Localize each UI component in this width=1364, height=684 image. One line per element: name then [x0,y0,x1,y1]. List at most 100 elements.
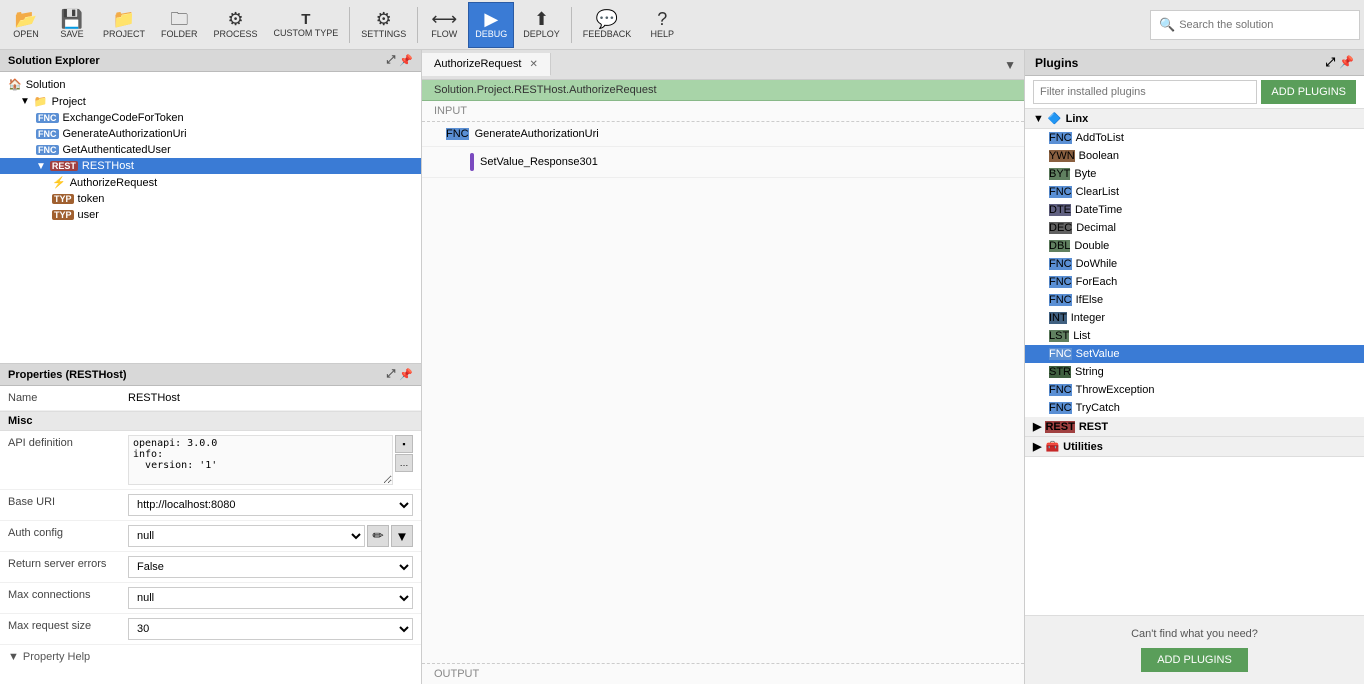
tab-close-icon[interactable]: ✕ [529,59,537,70]
prop-name-row: Name RESTHost [0,386,421,411]
resthost-label: RESTHost [82,160,134,172]
authreq-icon: ⚡ [52,176,66,189]
tree-item-authorizerequest[interactable]: ⚡ AuthorizeRequest [0,174,421,191]
plugin-item-double[interactable]: DBL Double [1025,237,1364,255]
prop-api-textarea[interactable]: openapi: 3.0.0 info: version: '1' [128,435,393,485]
settings-button[interactable]: ⚙ SETTINGS [354,2,413,48]
project-toggle: ▼ [20,96,30,107]
pin-icon[interactable]: 📌 [399,54,413,67]
plugins-pin-icon[interactable]: 📌 [1339,55,1354,70]
properties-title: Properties (RESTHost) [8,369,127,381]
tree-item-project[interactable]: ▼ 📁 Project [0,93,421,110]
solution-explorer-header: Solution Explorer ⤢ 📌 [0,50,421,72]
prop-authconfig-dropdown-btn[interactable]: ▼ [391,525,413,547]
folder-button[interactable]: 🗀 FOLDER [154,2,205,48]
tree-item-getauth[interactable]: FNC GetAuthenticatedUser [0,142,421,158]
utilities-toggle: ▶ [1033,440,1041,453]
flow-item-setvalue[interactable]: SetValue_Response301 [422,147,1024,178]
misc-section: Misc [0,411,421,431]
open-button[interactable]: 📂 OPEN [4,2,48,48]
deploy-icon: ⬆ [534,10,549,28]
plugin-item-datetime[interactable]: DTE DateTime [1025,201,1364,219]
process-label: PROCESS [214,30,258,39]
save-button[interactable]: 💾 SAVE [50,2,94,48]
process-button[interactable]: ⚙ PROCESS [207,2,265,48]
plugin-item-trycatch[interactable]: FNC TryCatch [1025,399,1364,417]
input-section-label: INPUT [422,101,1024,122]
trycatch-label: TryCatch [1076,402,1120,414]
prop-baseuri-label: Base URI [8,494,128,508]
plugin-section-rest-header[interactable]: ▶ REST REST [1025,417,1364,437]
tree-item-resthost[interactable]: ▼ REST RESTHost [0,158,421,174]
plugin-item-setvalue[interactable]: FNC SetValue [1025,345,1364,363]
tab-authorizerequest[interactable]: AuthorizeRequest ✕ [422,53,551,76]
plugin-item-throwexception[interactable]: FNC ThrowException [1025,381,1364,399]
settings-icon: ⚙ [376,10,392,28]
fnc-badge: FNC [1049,276,1072,288]
flow-label: FLOW [431,30,457,39]
flow-button[interactable]: ⟷ FLOW [422,2,466,48]
clearlist-label: ClearList [1076,186,1119,198]
search-input[interactable] [1179,19,1351,31]
ywn-badge: YWN [1049,150,1075,162]
property-help[interactable]: ▼ Property Help [0,645,421,669]
debug-button[interactable]: ▶ DEBUG [468,2,514,48]
prop-baseuri-select-row: http://localhost:8080 [128,494,413,516]
tree-item-generateauth[interactable]: FNC GenerateAuthorizationUri [0,126,421,142]
prop-api-btn-edit[interactable]: … [395,454,413,472]
add-plugins-footer-button[interactable]: ADD PLUGINS [1141,648,1248,672]
tab-dropdown-btn[interactable]: ▼ [996,54,1024,76]
plugin-item-ifelse[interactable]: FNC IfElse [1025,291,1364,309]
flow-area: INPUT FNC GenerateAuthorizationUri SetVa… [422,101,1024,684]
feedback-icon: 💬 [596,10,618,28]
search-box: 🔍 [1150,10,1360,40]
plugins-header: Plugins ⤢ 📌 [1025,50,1364,76]
prop-baseuri-row: Base URI http://localhost:8080 [0,490,421,521]
prop-maxreq-label: Max request size [8,618,128,632]
datetime-label: DateTime [1075,204,1122,216]
project-button[interactable]: 📁 PROJECT [96,2,152,48]
plugin-item-byte[interactable]: BYT Byte [1025,165,1364,183]
deploy-label: DEPLOY [523,30,560,39]
prop-authconfig-select[interactable]: null [128,525,365,547]
flow-item-generateauth[interactable]: FNC GenerateAuthorizationUri [422,122,1024,147]
plugin-section-linx-header[interactable]: ▼ 🔷 Linx [1025,109,1364,129]
tree-item-solution[interactable]: 🏠 Solution [0,76,421,93]
custom-type-label: CUSTOM TYPE [274,29,339,38]
prop-api-btn-expand[interactable]: ▪ [395,435,413,453]
tree-item-user[interactable]: TYP user [0,207,421,223]
plugin-item-clearlist[interactable]: FNC ClearList [1025,183,1364,201]
prop-maxconn-select[interactable]: null [128,587,413,609]
prop-baseuri-value: http://localhost:8080 [128,494,413,516]
plugin-section-utilities-header[interactable]: ▶ 🧰 Utilities [1025,437,1364,457]
add-plugins-button[interactable]: ADD PLUGINS [1261,80,1356,104]
tree-item-exchangecode[interactable]: FNC ExchangeCodeForToken [0,110,421,126]
plugin-item-decimal[interactable]: DEC Decimal [1025,219,1364,237]
output-section-label: OUTPUT [422,663,1024,684]
expand-icon[interactable]: ⤢ [386,54,395,67]
prop-authconfig-edit-btn[interactable]: ✏ [367,525,389,547]
plugin-item-boolean[interactable]: YWN Boolean [1025,147,1364,165]
prop-returnerrors-select[interactable]: False [128,556,413,578]
setvalue-label: SetValue [1076,348,1120,360]
plugin-item-list[interactable]: LST List [1025,327,1364,345]
plugin-item-integer[interactable]: INT Integer [1025,309,1364,327]
plugin-item-dowhile[interactable]: FNC DoWhile [1025,255,1364,273]
prop-maxreq-select[interactable]: 30 [128,618,413,640]
help-button[interactable]: ? HELP [640,2,684,48]
feedback-button[interactable]: 💬 FEEDBACK [576,2,639,48]
plugin-item-addtolist[interactable]: FNC AddToList [1025,129,1364,147]
deploy-button[interactable]: ⬆ DEPLOY [516,2,567,48]
pin-icon[interactable]: 📌 [399,368,413,381]
plugins-filter-input[interactable] [1033,80,1257,104]
solution-explorer-title: Solution Explorer [8,55,100,67]
plugin-item-foreach[interactable]: FNC ForEach [1025,273,1364,291]
project-label: PROJECT [103,30,145,39]
expand-icon[interactable]: ⤢ [386,368,395,381]
prop-baseuri-select[interactable]: http://localhost:8080 [128,494,413,516]
flow-fnc-badge: FNC [446,128,469,140]
custom-type-button[interactable]: T CUSTOM TYPE [267,2,346,48]
tree-item-token[interactable]: TYP token [0,191,421,207]
plugins-expand-icon[interactable]: ⤢ [1325,55,1335,70]
plugin-item-string[interactable]: STR String [1025,363,1364,381]
